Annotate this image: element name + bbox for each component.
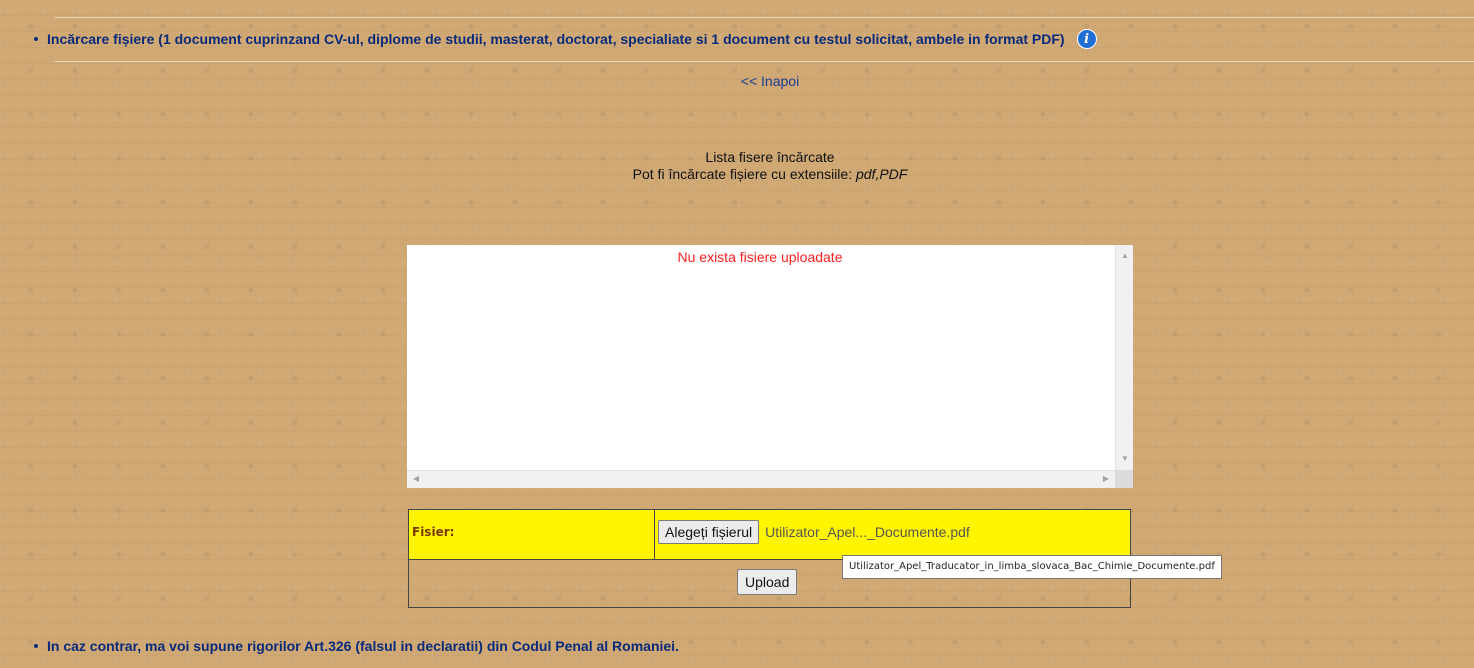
file-list-title: Lista fisere încărcate [705, 149, 835, 165]
empty-files-message: Nu exista fisiere uploadate [677, 249, 843, 265]
vertical-scrollbar[interactable]: ▲ ▼ [1115, 245, 1133, 470]
file-label: Fisier: [412, 525, 455, 539]
bullet [34, 37, 38, 41]
extensions-label: Pot fi încărcate fișiere cu extensiile: [632, 166, 856, 182]
selected-file-name: Utilizator_Apel..._Documente.pdf [765, 524, 970, 540]
scroll-right-icon[interactable]: ▶ [1097, 474, 1115, 484]
scrollbar-corner [1115, 470, 1133, 488]
section-title: Incărcare fișiere (1 document cuprinzand… [47, 31, 1065, 47]
file-input[interactable]: Alegeți fișierul Utilizator_Apel..._Docu… [658, 520, 970, 544]
horizontal-scrollbar[interactable]: ◀ ▶ [407, 470, 1115, 488]
top-divider [55, 17, 1474, 18]
file-row: Fisier: Alegeți fișierul Utilizator_Apel… [409, 510, 1130, 560]
bullet [34, 644, 38, 648]
info-icon[interactable]: i [1076, 29, 1097, 49]
upload-button[interactable]: Upload [737, 569, 798, 595]
extensions-value: pdf,PDF [855, 166, 908, 182]
scroll-down-icon[interactable]: ▼ [1116, 454, 1134, 464]
file-extensions-note: Pot fi încărcate fișiere cu extensiile: … [0, 166, 1474, 183]
scroll-up-icon[interactable]: ▲ [1116, 251, 1134, 261]
scroll-left-icon[interactable]: ◀ [407, 474, 425, 484]
filename-tooltip: Utilizator_Apel_Traducator_in_limba_slov… [842, 555, 1222, 579]
file-label-cell: Fisier: [409, 510, 655, 559]
back-link[interactable]: << Inapoi [0, 73, 1474, 89]
declaration-note: In caz contrar, ma voi supune rigorilor … [34, 638, 679, 654]
choose-file-button[interactable]: Alegeți fișierul [658, 520, 760, 544]
declaration-text: In caz contrar, ma voi supune rigorilor … [47, 638, 679, 654]
uploaded-files-panel[interactable]: Nu exista fisiere uploadate ▲ ▼ ◀ ▶ [407, 245, 1133, 488]
section-heading: Incărcare fișiere (1 document cuprinzand… [34, 29, 1097, 49]
section-divider [55, 61, 1474, 62]
